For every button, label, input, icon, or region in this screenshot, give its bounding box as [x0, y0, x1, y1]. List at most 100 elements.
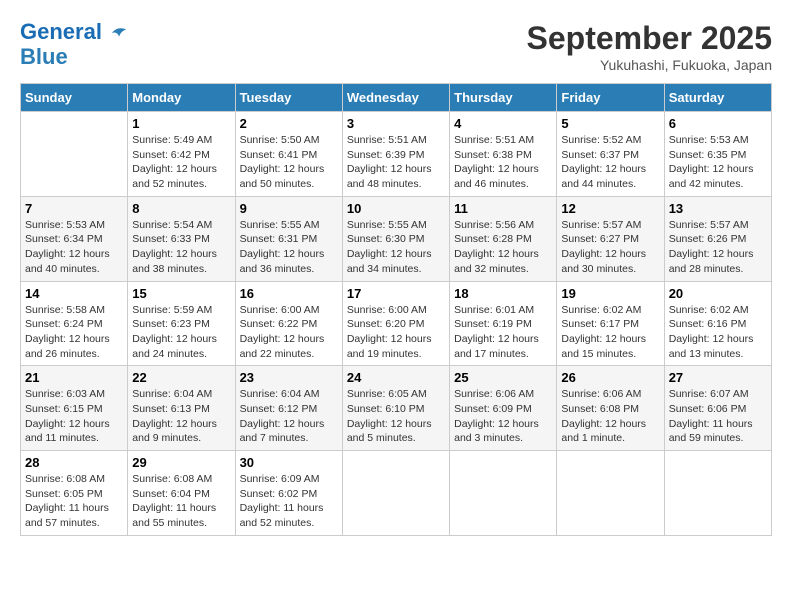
day-number: 14	[25, 286, 123, 301]
calendar-cell: 30 Sunrise: 6:09 AM Sunset: 6:02 PM Dayli…	[235, 451, 342, 536]
calendar-cell: 9 Sunrise: 5:55 AM Sunset: 6:31 PM Daylig…	[235, 196, 342, 281]
calendar-cell: 17 Sunrise: 6:00 AM Sunset: 6:20 PM Dayli…	[342, 281, 449, 366]
day-info: Sunrise: 5:52 AM Sunset: 6:37 PM Dayligh…	[561, 133, 659, 192]
calendar-cell: 7 Sunrise: 5:53 AM Sunset: 6:34 PM Daylig…	[21, 196, 128, 281]
day-number: 25	[454, 370, 552, 385]
day-number: 15	[132, 286, 230, 301]
day-number: 19	[561, 286, 659, 301]
day-number: 10	[347, 201, 445, 216]
day-number: 20	[669, 286, 767, 301]
col-header-sunday: Sunday	[21, 84, 128, 112]
calendar-week-1: 1Sunrise: 5:49 AM Sunset: 6:42 PM Daylig…	[21, 112, 772, 197]
day-number: 27	[669, 370, 767, 385]
day-info: Sunrise: 5:51 AM Sunset: 6:38 PM Dayligh…	[454, 133, 552, 192]
day-info: Sunrise: 5:53 AM Sunset: 6:34 PM Dayligh…	[25, 218, 123, 277]
calendar-table: SundayMondayTuesdayWednesdayThursdayFrid…	[20, 83, 772, 536]
col-header-friday: Friday	[557, 84, 664, 112]
calendar-body: 1Sunrise: 5:49 AM Sunset: 6:42 PM Daylig…	[21, 112, 772, 536]
col-header-tuesday: Tuesday	[235, 84, 342, 112]
calendar-cell: 26Sunrise: 6:06 AM Sunset: 6:08 PM Dayli…	[557, 366, 664, 451]
calendar-cell: 20 Sunrise: 6:02 AM Sunset: 6:16 PM Dayli…	[664, 281, 771, 366]
day-number: 29	[132, 455, 230, 470]
logo-bird-icon	[110, 24, 128, 42]
day-number: 26	[561, 370, 659, 385]
col-header-thursday: Thursday	[450, 84, 557, 112]
calendar-cell	[342, 451, 449, 536]
calendar-cell: 14 Sunrise: 5:58 AM Sunset: 6:24 PM Dayli…	[21, 281, 128, 366]
col-header-saturday: Saturday	[664, 84, 771, 112]
calendar-cell: 13 Sunrise: 5:57 AM Sunset: 6:26 PM Dayli…	[664, 196, 771, 281]
day-info: Sunrise: 6:02 AM Sunset: 6:17 PM Dayligh…	[561, 303, 659, 362]
day-number: 30	[240, 455, 338, 470]
day-info: Sunrise: 5:54 AM Sunset: 6:33 PM Dayligh…	[132, 218, 230, 277]
calendar-cell: 23 Sunrise: 6:04 AM Sunset: 6:12 PM Dayli…	[235, 366, 342, 451]
calendar-cell	[557, 451, 664, 536]
day-info: Sunrise: 5:59 AM Sunset: 6:23 PM Dayligh…	[132, 303, 230, 362]
calendar-cell: 21 Sunrise: 6:03 AM Sunset: 6:15 PM Dayli…	[21, 366, 128, 451]
day-number: 24	[347, 370, 445, 385]
calendar-cell	[21, 112, 128, 197]
calendar-cell: 11Sunrise: 5:56 AM Sunset: 6:28 PM Dayli…	[450, 196, 557, 281]
day-info: Sunrise: 5:58 AM Sunset: 6:24 PM Dayligh…	[25, 303, 123, 362]
logo: General Blue	[20, 20, 128, 70]
header-row: SundayMondayTuesdayWednesdayThursdayFrid…	[21, 84, 772, 112]
day-info: Sunrise: 5:50 AM Sunset: 6:41 PM Dayligh…	[240, 133, 338, 192]
day-info: Sunrise: 5:55 AM Sunset: 6:31 PM Dayligh…	[240, 218, 338, 277]
day-number: 8	[132, 201, 230, 216]
day-info: Sunrise: 6:03 AM Sunset: 6:15 PM Dayligh…	[25, 387, 123, 446]
calendar-cell: 8 Sunrise: 5:54 AM Sunset: 6:33 PM Daylig…	[128, 196, 235, 281]
day-number: 12	[561, 201, 659, 216]
day-info: Sunrise: 5:53 AM Sunset: 6:35 PM Dayligh…	[669, 133, 767, 192]
day-number: 5	[561, 116, 659, 131]
day-number: 9	[240, 201, 338, 216]
calendar-cell: 24 Sunrise: 6:05 AM Sunset: 6:10 PM Dayli…	[342, 366, 449, 451]
day-number: 17	[347, 286, 445, 301]
day-info: Sunrise: 6:08 AM Sunset: 6:04 PM Dayligh…	[132, 472, 230, 531]
calendar-cell: 28Sunrise: 6:08 AM Sunset: 6:05 PM Dayli…	[21, 451, 128, 536]
calendar-cell: 19 Sunrise: 6:02 AM Sunset: 6:17 PM Dayli…	[557, 281, 664, 366]
day-info: Sunrise: 6:06 AM Sunset: 6:09 PM Dayligh…	[454, 387, 552, 446]
day-number: 2	[240, 116, 338, 131]
day-info: Sunrise: 6:05 AM Sunset: 6:10 PM Dayligh…	[347, 387, 445, 446]
calendar-cell: 22Sunrise: 6:04 AM Sunset: 6:13 PM Dayli…	[128, 366, 235, 451]
col-header-wednesday: Wednesday	[342, 84, 449, 112]
calendar-week-2: 7 Sunrise: 5:53 AM Sunset: 6:34 PM Daylig…	[21, 196, 772, 281]
day-info: Sunrise: 6:02 AM Sunset: 6:16 PM Dayligh…	[669, 303, 767, 362]
day-info: Sunrise: 6:00 AM Sunset: 6:20 PM Dayligh…	[347, 303, 445, 362]
day-info: Sunrise: 6:04 AM Sunset: 6:12 PM Dayligh…	[240, 387, 338, 446]
calendar-cell: 4 Sunrise: 5:51 AM Sunset: 6:38 PM Daylig…	[450, 112, 557, 197]
day-number: 23	[240, 370, 338, 385]
day-number: 21	[25, 370, 123, 385]
calendar-cell: 2 Sunrise: 5:50 AM Sunset: 6:41 PM Daylig…	[235, 112, 342, 197]
day-info: Sunrise: 6:09 AM Sunset: 6:02 PM Dayligh…	[240, 472, 338, 531]
calendar-cell: 12 Sunrise: 5:57 AM Sunset: 6:27 PM Dayli…	[557, 196, 664, 281]
calendar-cell: 3 Sunrise: 5:51 AM Sunset: 6:39 PM Daylig…	[342, 112, 449, 197]
calendar-cell	[664, 451, 771, 536]
col-header-monday: Monday	[128, 84, 235, 112]
day-info: Sunrise: 5:57 AM Sunset: 6:27 PM Dayligh…	[561, 218, 659, 277]
day-info: Sunrise: 6:00 AM Sunset: 6:22 PM Dayligh…	[240, 303, 338, 362]
calendar-week-4: 21 Sunrise: 6:03 AM Sunset: 6:15 PM Dayli…	[21, 366, 772, 451]
day-info: Sunrise: 5:51 AM Sunset: 6:39 PM Dayligh…	[347, 133, 445, 192]
day-info: Sunrise: 6:07 AM Sunset: 6:06 PM Dayligh…	[669, 387, 767, 446]
day-number: 7	[25, 201, 123, 216]
day-number: 28	[25, 455, 123, 470]
calendar-cell	[450, 451, 557, 536]
logo-blue-text: Blue	[20, 44, 68, 70]
calendar-cell: 29 Sunrise: 6:08 AM Sunset: 6:04 PM Dayli…	[128, 451, 235, 536]
day-info: Sunrise: 5:57 AM Sunset: 6:26 PM Dayligh…	[669, 218, 767, 277]
day-info: Sunrise: 6:04 AM Sunset: 6:13 PM Dayligh…	[132, 387, 230, 446]
title-block: September 2025 Yukuhashi, Fukuoka, Japan	[527, 20, 772, 73]
location-text: Yukuhashi, Fukuoka, Japan	[527, 57, 772, 73]
day-info: Sunrise: 6:01 AM Sunset: 6:19 PM Dayligh…	[454, 303, 552, 362]
day-number: 16	[240, 286, 338, 301]
day-number: 3	[347, 116, 445, 131]
calendar-week-5: 28Sunrise: 6:08 AM Sunset: 6:05 PM Dayli…	[21, 451, 772, 536]
day-number: 13	[669, 201, 767, 216]
calendar-cell: 5 Sunrise: 5:52 AM Sunset: 6:37 PM Daylig…	[557, 112, 664, 197]
day-number: 6	[669, 116, 767, 131]
day-number: 4	[454, 116, 552, 131]
calendar-cell: 10Sunrise: 5:55 AM Sunset: 6:30 PM Dayli…	[342, 196, 449, 281]
day-number: 1	[132, 116, 230, 131]
calendar-cell: 16 Sunrise: 6:00 AM Sunset: 6:22 PM Dayli…	[235, 281, 342, 366]
